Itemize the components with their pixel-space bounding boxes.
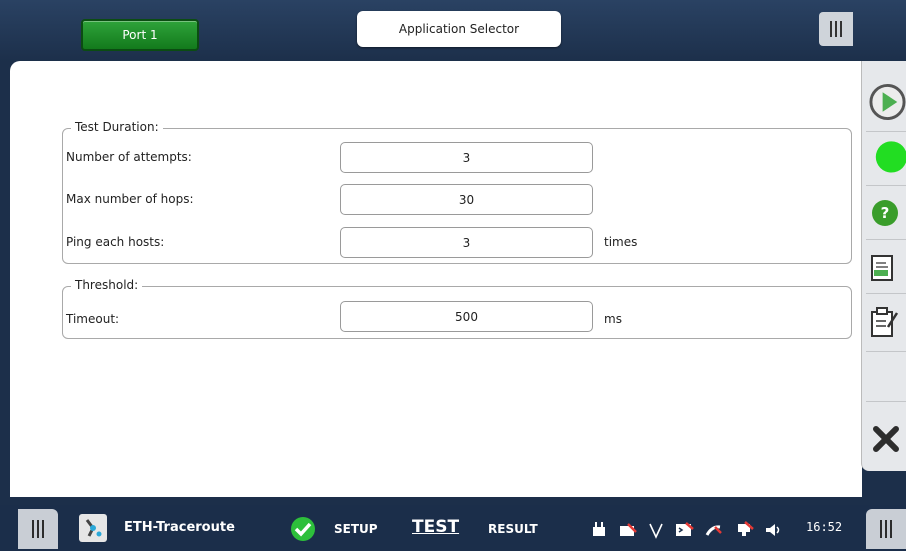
play-icon (869, 83, 906, 121)
report-button[interactable] (862, 247, 906, 291)
app-name: ETH-Traceroute (124, 520, 235, 535)
timeout-label: Timeout: (66, 312, 120, 326)
status-indicator-icon (875, 141, 906, 173)
attempts-label: Number of attempts: (66, 150, 192, 164)
camera-off-icon (620, 523, 637, 536)
threshold-legend: Threshold: (71, 278, 143, 292)
max-hops-field[interactable]: 30 (340, 184, 593, 215)
application-selector-tab[interactable]: Application Selector (357, 11, 561, 47)
help-icon: ? (872, 200, 898, 226)
handle-line-icon (840, 21, 842, 37)
top-menu-handle[interactable] (819, 12, 853, 46)
v-icon (649, 523, 663, 539)
ping-hosts-field[interactable]: 3 (340, 227, 593, 258)
bottom-left-handle[interactable] (18, 509, 58, 549)
setup-panel: Test Duration: Number of attempts: 3 Max… (10, 61, 862, 497)
status-indicator (862, 133, 906, 177)
bottom-right-handle[interactable] (866, 509, 906, 549)
traceroute-icon (85, 519, 102, 537)
network-off-icon (738, 521, 754, 536)
attempts-field[interactable]: 3 (340, 142, 593, 173)
max-hops-label: Max number of hops: (66, 192, 194, 206)
app-icon (79, 514, 107, 542)
handle-line-icon (37, 520, 39, 538)
svg-text:?: ? (881, 204, 890, 222)
close-icon (873, 426, 899, 452)
tab-test[interactable]: TEST (412, 517, 459, 537)
handle-line-icon (32, 520, 34, 538)
close-button[interactable] (862, 415, 906, 459)
ping-hosts-label: Ping each hosts: (66, 235, 165, 249)
help-button[interactable]: ? (862, 191, 906, 235)
report-icon (871, 255, 893, 281)
timeout-unit: ms (604, 312, 622, 326)
edit-report-icon (871, 307, 899, 337)
clock: 16:52 (806, 520, 843, 534)
terminal-off-icon (676, 522, 694, 536)
right-sidebar: ? (861, 61, 906, 471)
handle-line-icon (880, 520, 882, 538)
test-duration-legend: Test Duration: (71, 120, 163, 134)
handle-line-icon (830, 21, 832, 37)
power-plug-icon (593, 522, 605, 536)
handle-line-icon (835, 21, 837, 37)
tab-setup[interactable]: SETUP (334, 522, 378, 536)
handle-line-icon (890, 520, 892, 538)
satellite-off-icon (705, 525, 722, 536)
top-bar: Port 1 Application Selector (0, 0, 906, 62)
start-button[interactable] (862, 79, 906, 125)
check-icon (291, 517, 315, 541)
status-icons (590, 521, 784, 539)
timeout-field[interactable]: 500 (340, 301, 593, 332)
handle-line-icon (42, 520, 44, 538)
handle-line-icon (885, 520, 887, 538)
port-1-button[interactable]: Port 1 (81, 19, 199, 51)
tab-result[interactable]: RESULT (488, 522, 538, 536)
edit-report-button[interactable] (862, 299, 906, 347)
speaker-icon (766, 524, 780, 536)
ping-hosts-unit: times (604, 235, 638, 249)
